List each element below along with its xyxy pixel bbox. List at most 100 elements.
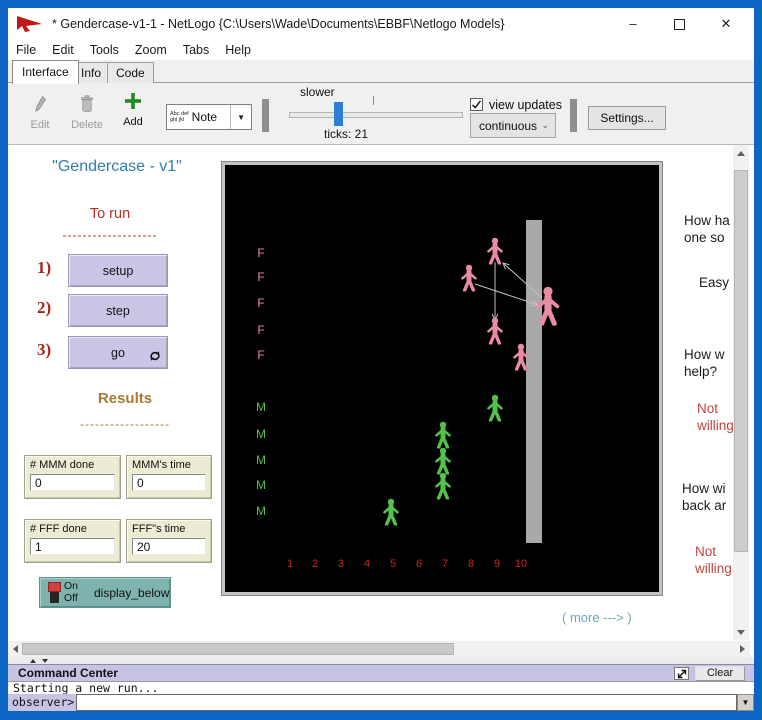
row-label-female: F [257,323,264,337]
menu-help[interactable]: Help [217,43,259,57]
more-note: ( more ---> ) [562,610,632,625]
settings-button[interactable]: Settings... [588,106,666,130]
axis-number: 5 [390,558,396,570]
add-label: Add [116,116,150,128]
monitor-fff-done: # FFF done 1 [24,519,121,563]
note-text: How wiback ar [682,480,732,514]
step-button-label: step [106,304,130,318]
ticks-counter: ticks: 21 [324,127,368,141]
wall-patch [526,220,542,543]
row-label-female: F [257,246,264,260]
axis-number: 9 [494,558,500,570]
note-text: How haone so [684,212,734,246]
step-number-1: 1) [37,258,51,278]
tab-interface[interactable]: Interface [12,60,79,84]
horizontal-scroll-thumb[interactable] [22,643,454,655]
widget-type-select[interactable]: Abc defghi jkl Note ▼ [166,104,252,130]
add-widget-button[interactable]: Add [116,92,150,128]
axis-number: 2 [312,558,318,570]
switch-off-label: Off [64,592,78,604]
axis-number: 4 [364,558,370,570]
close-button[interactable]: ✕ [711,12,741,36]
menu-tabs[interactable]: Tabs [175,43,217,57]
update-mode-value: continuous [471,119,541,133]
row-label-male: M [256,400,266,414]
menu-zoom[interactable]: Zoom [127,43,175,57]
row-label-female: F [257,348,264,362]
person-male [437,422,450,448]
person-female [489,318,502,344]
note-text: How whelp? [684,346,734,380]
monitor-mmm-time: MMM's time 0 [126,455,212,499]
toolbar: Edit Delete Add Abc defghi jkl Note ▼ [8,83,754,145]
delete-widget-button[interactable]: Delete [66,95,108,131]
check-icon [471,99,482,110]
command-center-title: Command Center [18,666,118,680]
detach-icon [677,669,687,679]
forever-icon [149,350,161,362]
results-heading: Results [40,390,210,407]
switch-handle[interactable] [48,582,61,592]
vertical-scroll-thumb[interactable] [734,170,748,552]
plus-icon [124,92,142,110]
person-female [515,344,528,370]
row-label-male: M [256,453,266,467]
world-view[interactable]: FFFFFMMMMM12345678910 [222,162,662,595]
row-label-male: M [256,478,266,492]
vertical-scrollbar[interactable] [733,145,749,640]
setup-button-label: setup [103,264,134,278]
person-male [437,448,450,474]
command-history-button[interactable]: ▼ [737,694,754,711]
menu-tools[interactable]: Tools [82,43,127,57]
to-run-heading: To run [30,206,190,222]
monitor-label: # FFF done [30,523,115,535]
model-title-note: "Gendercase - v1" [22,158,212,176]
update-mode-select[interactable]: continuous ⌄ [470,113,556,138]
tab-code[interactable]: Code [107,62,154,83]
view-updates-checkbox[interactable] [470,98,483,111]
edit-widget-button[interactable]: Edit [22,95,58,131]
monitor-value: 0 [132,474,206,491]
step-button[interactable]: step [68,294,168,327]
scroll-right-button[interactable] [734,641,750,657]
chevron-down-icon: ▼ [230,105,251,129]
scroll-up-button[interactable] [733,145,749,161]
axis-number: 6 [416,558,422,570]
speed-slider[interactable] [289,112,463,118]
menu-file[interactable]: File [8,43,44,57]
minimize-button[interactable]: – [618,12,648,36]
window-title: * Gendercase-v1-1 - NetLogo {C:\Users\Wa… [52,8,505,40]
menu-bar: File Edit Tools Zoom Tabs Help [8,40,754,60]
widget-preview: Abc defghi jkl [170,111,189,123]
command-center-splitter[interactable] [8,657,754,664]
toolbar-separator [570,99,577,132]
row-label-male: M [256,427,266,441]
axis-number: 1 [287,558,293,570]
menu-edit[interactable]: Edit [44,43,82,57]
scroll-left-button[interactable] [8,641,22,657]
speed-slider-handle[interactable] [334,102,343,126]
display-below-switch[interactable]: On Off display_below [39,577,171,608]
row-label-male: M [256,504,266,518]
axis-number: 10 [515,558,527,570]
horizontal-scrollbar[interactable] [8,641,750,657]
observer-prompt: observer> [8,694,76,711]
scroll-down-button[interactable] [733,624,749,640]
person-male [437,473,450,499]
trash-icon [80,95,94,113]
netlogo-window: * Gendercase-v1-1 - NetLogo {C:\Users\Wa… [0,0,762,720]
monitor-value: 20 [132,538,206,555]
netlogo-logo-icon [16,14,44,34]
go-button[interactable]: go [68,336,168,369]
red-divider: ------------------- [30,228,190,242]
monitor-fff-time: FFF"s time 20 [126,519,212,563]
step-number-2: 2) [37,298,51,318]
command-input[interactable] [76,694,737,711]
arrow-up-icon [737,151,745,156]
clear-button[interactable]: Clear [695,666,745,681]
chevron-down-icon: ⌄ [541,120,555,131]
detach-button[interactable] [674,667,689,680]
person-male [385,499,398,525]
maximize-button[interactable] [664,12,694,36]
setup-button[interactable]: setup [68,254,168,287]
